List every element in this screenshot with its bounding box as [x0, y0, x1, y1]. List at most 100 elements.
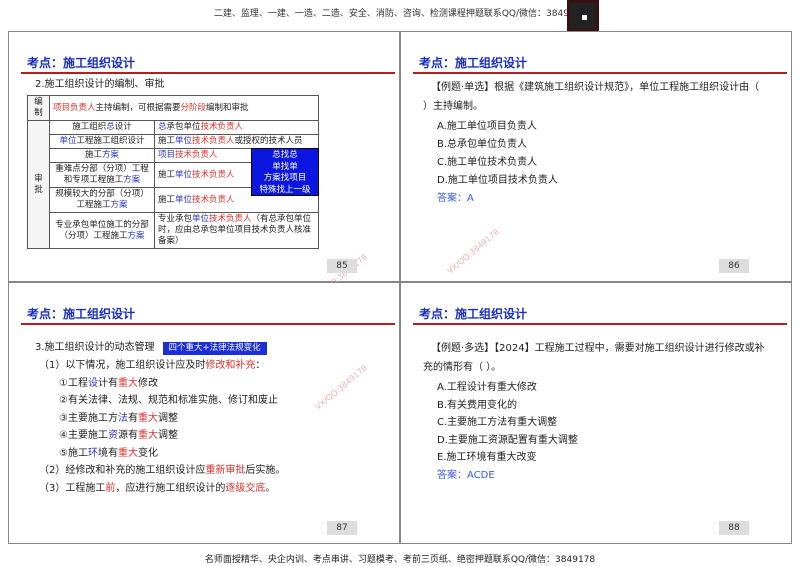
- content-line: ②有关法律、法规、规范和标准实施、修订和废止: [39, 392, 285, 410]
- text-run: ①工程: [59, 377, 88, 389]
- text-run: 调整: [157, 430, 178, 441]
- slide-title: 考点：施工组织设计: [27, 307, 136, 321]
- text-run: （2）经修改和补充的施工组织设计应: [39, 465, 206, 476]
- text-run: 逐级交底: [225, 482, 266, 494]
- text-run: 总: [158, 122, 167, 132]
- option-d: D.施工单位项目技术负责人: [437, 175, 558, 186]
- approver-cell: 总承包单位技术负责人: [154, 120, 319, 135]
- qr-code-icon: [567, 0, 599, 32]
- text-run: 后实施。: [245, 465, 286, 476]
- title-divider: [413, 72, 787, 74]
- slide-87: 考点：施工组织设计 3.施工组织设计的动态管理 四个重大+法律法规变化 （1）以下…: [8, 282, 400, 544]
- section-heading: 2.施工组织设计的编制、审批: [35, 79, 165, 90]
- content-line: （3）工程施工前，应进行施工组织设计的逐级交底。: [39, 480, 285, 498]
- callout-line: 单找单: [272, 161, 298, 172]
- section-heading-row: 3.施工组织设计的动态管理 四个重大+法律法规变化: [35, 339, 267, 357]
- text-run: 施工: [158, 169, 176, 180]
- text-run: 前: [105, 482, 116, 494]
- text-run: ，应进行施工组织设计的: [115, 482, 226, 494]
- text-run: 分阶段: [180, 102, 207, 113]
- text-run: 。: [265, 482, 276, 494]
- row-label: 审批: [27, 120, 50, 249]
- text-run: 单位: [175, 136, 193, 146]
- table-row: 审批 施工组织总设计 总承包单位技术负责人: [27, 120, 319, 249]
- slide-title: 考点：施工组织设计: [419, 307, 528, 321]
- text-run: 施工组织: [72, 122, 107, 132]
- text-run: 源有: [117, 430, 138, 441]
- page-number: 86: [719, 259, 749, 273]
- text-run: ②有关法律、法规、规范和标准实施、修订和废止: [59, 395, 278, 406]
- text-run: 或授权的技术人员: [234, 136, 303, 146]
- option-e: E.施工环境有重大改变: [437, 452, 537, 463]
- text-run: 重大: [137, 430, 158, 441]
- rich: 项目负责人主持编制，可根据需要分阶段编制和审批: [49, 95, 319, 121]
- text-run: 技术负责人: [192, 136, 235, 146]
- text-run: 计有: [97, 377, 118, 389]
- content-line: ①工程设计有重大修改: [39, 375, 285, 393]
- callout-line: 总找总: [272, 150, 298, 160]
- option-c: C.主要施工方法有重大调整: [437, 417, 558, 428]
- item-cell: 重难点分部（分项）工程和专项工程施工方案: [49, 162, 155, 188]
- text-run: 环: [87, 447, 98, 459]
- title-divider: [21, 323, 395, 325]
- slide-title: 考点：施工组织设计: [419, 56, 528, 70]
- item-cell: 规模较大的分部（分项）工程施工方案: [49, 187, 155, 213]
- option-a: A.施工单位项目负责人: [437, 121, 537, 132]
- text-run: 重大: [117, 447, 138, 459]
- content-line: （1）以下情况，施工组织设计应及时修改和补充：: [39, 357, 285, 375]
- options-list: A.施工单位项目负责人 B.总承包单位负责人 C.施工单位技术负责人 D.施工单…: [437, 118, 558, 208]
- option-d: D.主要施工资源配置有重大调整: [437, 434, 578, 446]
- text-run: 技术负责人: [192, 169, 235, 180]
- text-run: 专业承包: [158, 214, 193, 224]
- text-run: 技术负责人: [200, 122, 244, 132]
- text-run: 资: [107, 430, 118, 441]
- text-run: 编制和审批: [206, 102, 249, 113]
- text-run: 单位: [59, 136, 77, 146]
- section-heading: 3.施工组织设计的动态管理: [35, 342, 155, 353]
- text-run: 工程施工组织设计: [76, 136, 145, 146]
- text-run: 技术负责人: [192, 194, 235, 205]
- mnemonic-callout: 总找总 单找单 方案找项目 特殊找上一级: [251, 148, 319, 196]
- table-row: 单位工程施工组织设计 施工单位技术负责人或授权的技术人员: [28, 134, 319, 149]
- callout-line: 特殊找上一级: [259, 184, 311, 195]
- options-list: A.工程设计有重大修改 B.有关费用变化的 C.主要施工方法有重大调整 D.主要…: [437, 379, 578, 484]
- summary-tag: 四个重大+法律法规变化: [162, 342, 267, 355]
- text-run: 境有: [97, 447, 118, 459]
- content-line: ⑤施工环境有重大变化: [39, 445, 285, 463]
- text-run: 项目: [158, 150, 176, 160]
- text-run: 承包单位: [166, 122, 201, 132]
- text-run: （1）以下情况，施工组织设计应及时: [39, 360, 206, 371]
- text-run: ③主要施工方: [59, 412, 118, 424]
- text-run: 单位: [175, 169, 193, 180]
- text-run: 法: [117, 412, 128, 424]
- item-cell: 专业承包单位施工的分部（分项）工程施工方案: [49, 212, 155, 249]
- text-run: ：: [255, 360, 266, 371]
- text-run: 重大: [137, 412, 158, 424]
- option-b: B.有关费用变化的: [437, 399, 518, 411]
- answer: 答案：A: [437, 193, 474, 204]
- item-cell: 施工方案: [49, 148, 155, 163]
- text-run: 设计: [114, 122, 132, 132]
- table-row: 专业承包单位施工的分部（分项）工程施工方案 专业承包单位技术负责人（有总承包单位时…: [28, 212, 319, 249]
- approver-cell: 专业承包单位技术负责人（有总承包单位时，应由总承包单位项目技术负责人核准备案）: [154, 212, 319, 249]
- text-run: 方案: [123, 175, 141, 185]
- text-run: 设: [87, 377, 98, 389]
- answer: 答案：ACDE: [437, 469, 495, 481]
- page-number: 88: [719, 521, 749, 535]
- text-run: 施工: [158, 194, 176, 205]
- watermark: VX/QQ:3849178: [445, 227, 501, 276]
- page-number: 85: [327, 259, 357, 273]
- slide-86: 考点：施工组织设计 【例题·单选】根据《建筑施工组织设计规范》，单位工程施工组织…: [400, 31, 792, 282]
- text-run: 技术负责人: [175, 150, 218, 160]
- text-run: 技术负责人: [209, 214, 252, 224]
- text-run: ⑤施工: [59, 447, 88, 459]
- approver-cell: 施工单位技术负责人或授权的技术人员: [154, 134, 319, 149]
- text-run: 项目负责人: [53, 102, 96, 113]
- text-run: 方案: [102, 150, 120, 160]
- content-list: （1）以下情况，施工组织设计应及时修改和补充： ①工程设计有重大修改 ②有关法律、法…: [39, 357, 285, 497]
- item-cell: 施工组织总设计: [49, 120, 155, 135]
- text-run: 调整: [157, 412, 178, 424]
- item-cell: 单位工程施工组织设计: [49, 134, 155, 149]
- option-a: A.工程设计有重大修改: [437, 382, 537, 393]
- text-run: 单位: [175, 194, 193, 205]
